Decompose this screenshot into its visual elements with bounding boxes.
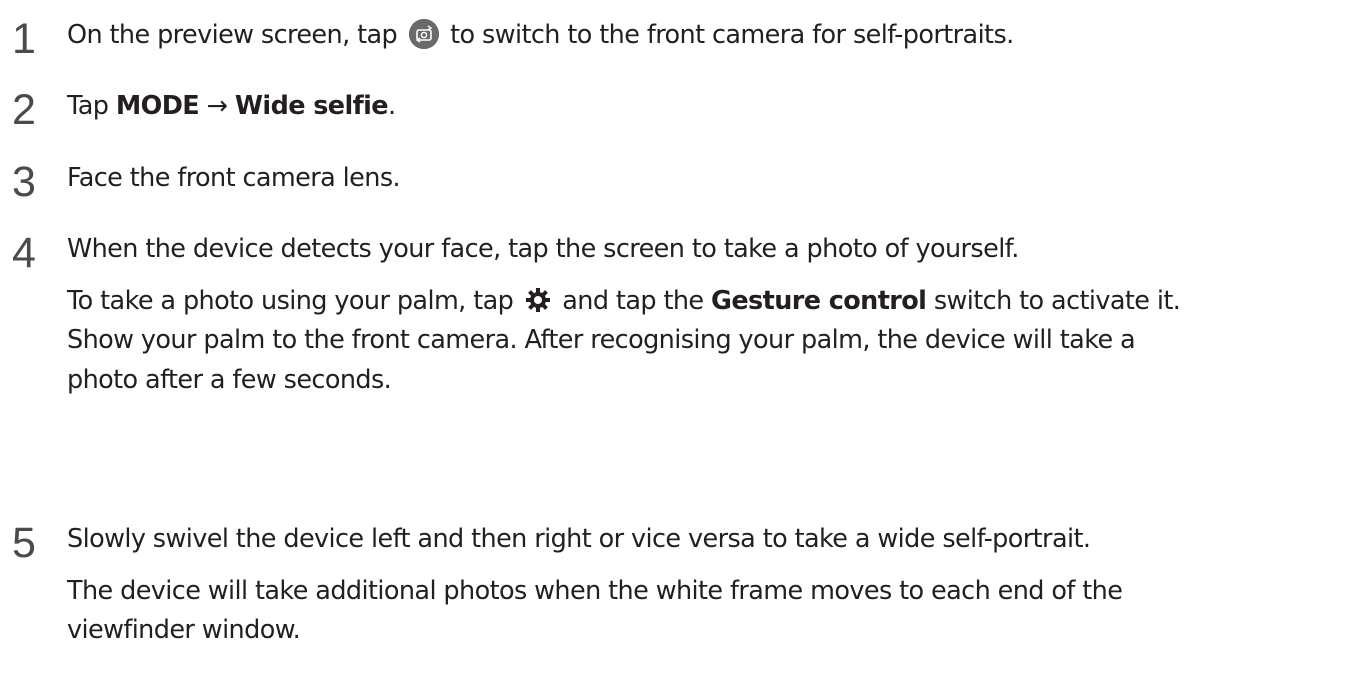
step-note-line-1: The device will take additional photos w… xyxy=(67,576,1123,606)
gear-icon xyxy=(525,287,551,313)
camera-switch-icon xyxy=(408,19,439,49)
step-number: 2 xyxy=(12,86,36,134)
note-between: and tap the xyxy=(562,286,712,316)
step-number: 4 xyxy=(12,229,36,277)
step-text: On the preview screen, tap to switch to … xyxy=(67,19,1014,51)
step-note-line-2: Show your palm to the front camera. Afte… xyxy=(67,325,1136,355)
arrow: → xyxy=(199,91,235,121)
mode-label: MODE xyxy=(115,91,200,121)
note-after: switch to activate it. xyxy=(926,286,1181,316)
wide-selfie-label: Wide selfie xyxy=(234,91,389,121)
step-note-line-3: photo after a few seconds. xyxy=(67,365,392,395)
step-number: 5 xyxy=(12,519,36,567)
step-text: Slowly swivel the device left and then r… xyxy=(67,524,1091,554)
step-text-before-icon: On the preview screen, tap xyxy=(67,20,398,50)
step-note-line-2: viewfinder window. xyxy=(67,615,301,645)
step-number: 1 xyxy=(12,15,36,63)
step-number: 3 xyxy=(12,158,36,206)
step-text: Tap MODE → Wide selfie. xyxy=(67,91,396,121)
step-text-after-icon: to switch to the front camera for self-p… xyxy=(450,20,1014,50)
step-note: To take a photo using your palm, tap and… xyxy=(67,286,1181,316)
note-before-icon: To take a photo using your palm, tap xyxy=(67,286,514,316)
step-text: Face the front camera lens. xyxy=(67,163,401,193)
step-text-suffix: . xyxy=(387,91,396,121)
gesture-control-label: Gesture control xyxy=(711,286,927,316)
step-text: When the device detects your face, tap t… xyxy=(67,234,1019,264)
step-text-prefix: Tap xyxy=(67,91,116,121)
